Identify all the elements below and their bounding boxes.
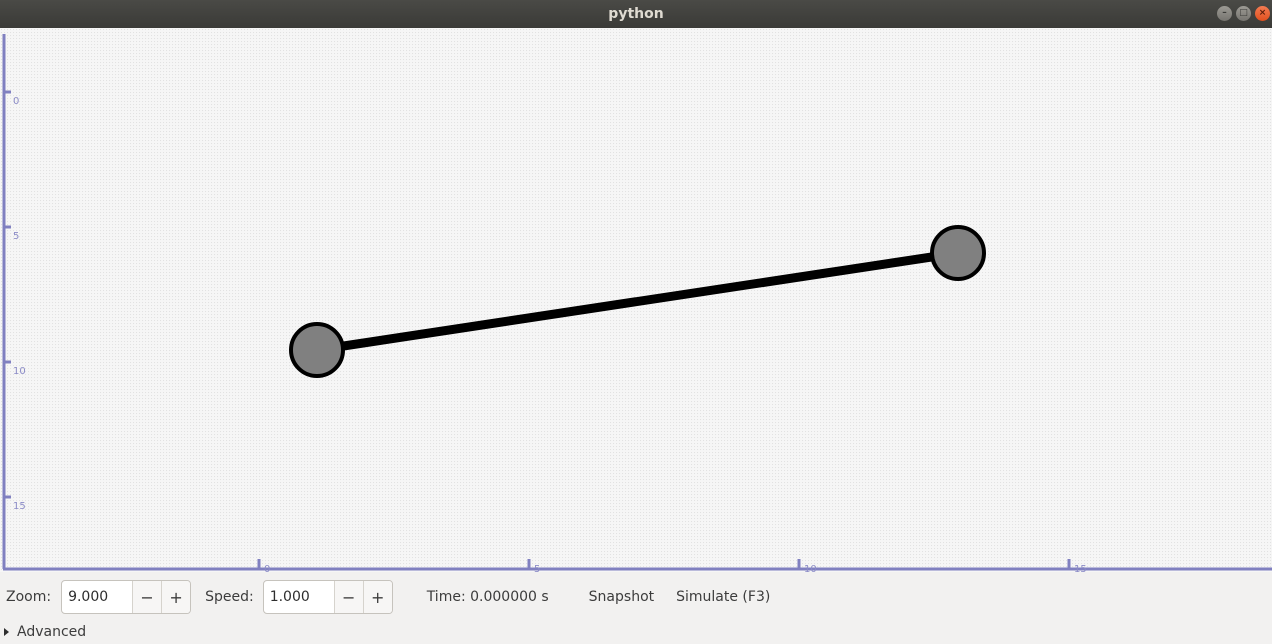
advanced-label: Advanced: [17, 624, 87, 640]
zoom-increment-button[interactable]: +: [161, 581, 191, 613]
zoom-spinner[interactable]: 9.000 − +: [61, 580, 192, 614]
y-axis-tick-label: 0: [13, 96, 19, 107]
simulate-button[interactable]: Simulate (F3): [670, 585, 776, 609]
speed-input[interactable]: 1.000: [264, 581, 334, 613]
expander-arrow-icon: [4, 628, 9, 636]
y-axis-tick-label: 5: [13, 231, 19, 242]
y-axis-tick-label: 15: [13, 501, 26, 512]
zoom-input[interactable]: 9.000: [62, 581, 132, 613]
time-readout: Time: 0.000000 s: [426, 589, 549, 605]
speed-decrement-button[interactable]: −: [333, 581, 363, 613]
x-axis-tick-label: 0: [264, 564, 270, 572]
simulation-canvas[interactable]: 0 5 10 15 0 5 10 15: [0, 28, 1272, 572]
node-b[interactable]: [930, 225, 986, 281]
node-a[interactable]: [289, 322, 345, 378]
bottom-toolbar: Zoom: 9.000 − + Speed: 1.000 − + Time: 0…: [0, 572, 1272, 622]
speed-increment-button[interactable]: +: [362, 581, 392, 613]
link-bar[interactable]: [312, 248, 963, 355]
scene-layer[interactable]: [289, 225, 986, 378]
y-axis-tick-label: 10: [13, 366, 26, 377]
x-axis-tick-label: 5: [534, 564, 540, 572]
speed-spinner[interactable]: 1.000 − +: [262, 580, 393, 614]
x-axis-tick-label: 15: [1074, 564, 1087, 572]
advanced-expander[interactable]: Advanced: [4, 622, 86, 642]
x-axis-tick-label: 10: [804, 564, 817, 572]
minimize-icon[interactable]: –: [1217, 6, 1232, 21]
window-buttons: – □ ×: [1217, 6, 1270, 21]
zoom-decrement-button[interactable]: −: [132, 581, 162, 613]
close-icon[interactable]: ×: [1255, 6, 1270, 21]
maximize-icon[interactable]: □: [1236, 6, 1251, 21]
window-title: python: [608, 6, 664, 22]
window-titlebar: python – □ ×: [0, 0, 1272, 28]
snapshot-button[interactable]: Snapshot: [583, 585, 660, 609]
zoom-label: Zoom:: [6, 589, 52, 605]
speed-label: Speed:: [205, 589, 254, 605]
scene-svg[interactable]: 0 5 10 15 0 5 10 15: [0, 28, 1272, 572]
